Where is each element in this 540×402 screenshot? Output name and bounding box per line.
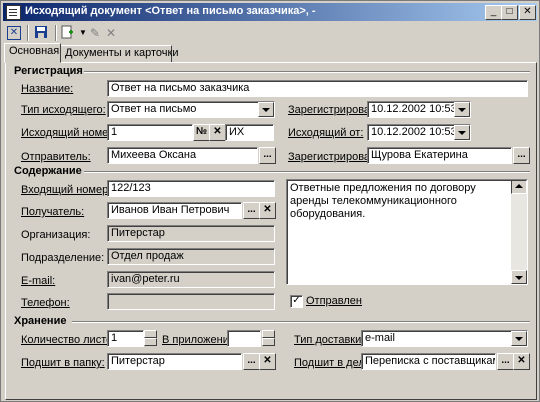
toolbar-separator xyxy=(27,25,29,41)
registrar-label: Зарегистрировал: xyxy=(288,151,380,163)
sent-checkbox[interactable]: ✓ xyxy=(290,295,303,308)
department-field: Отдел продаж xyxy=(107,248,275,265)
recipient-browse-button[interactable]: ... xyxy=(243,202,260,219)
folder-label: Подшит в папку: xyxy=(21,357,105,369)
recipient-field[interactable]: Иванов Иван Петрович xyxy=(107,202,242,219)
department-label: Подразделение: xyxy=(21,252,105,264)
number-label: Исходящий номер: xyxy=(21,127,118,139)
registered-date-dropdown[interactable] xyxy=(454,102,470,117)
sheets-stepper[interactable] xyxy=(144,330,157,347)
number-field[interactable]: 1 xyxy=(107,124,193,141)
save-icon[interactable] xyxy=(33,25,49,41)
case-clear-button[interactable]: ✕ xyxy=(513,353,530,370)
sender-field[interactable]: Михеева Оксана xyxy=(107,147,258,164)
case-browse-button[interactable]: ... xyxy=(497,353,514,370)
sheets-field[interactable]: 1 xyxy=(107,330,144,347)
close-doc-icon[interactable]: ✕ xyxy=(7,26,21,40)
name-label: Название: xyxy=(21,83,74,95)
appendix-field[interactable] xyxy=(227,330,261,347)
incoming-number-label: Входящий номер: xyxy=(21,184,112,196)
window-title: Исходящий документ <Ответ на письмо зака… xyxy=(25,5,316,17)
delivery-select[interactable]: e-mail xyxy=(361,330,528,347)
email-label: E-mail: xyxy=(21,275,56,287)
minimize-button[interactable]: _ xyxy=(485,5,502,20)
maximize-button[interactable]: □ xyxy=(501,5,518,20)
outgoing-from-date-dropdown[interactable] xyxy=(454,125,470,140)
phone-field xyxy=(107,293,275,310)
appendix-stepper[interactable] xyxy=(262,330,275,347)
title-bar: Исходящий документ <Ответ на письмо зака… xyxy=(3,3,537,21)
outgoing-from-label: Исходящий от: xyxy=(288,127,364,139)
type-dropdown-button[interactable] xyxy=(258,102,274,117)
folder-field[interactable]: Питерстар xyxy=(107,353,242,370)
phone-label: Телефон: xyxy=(21,297,70,309)
type-value: Ответ на письмо xyxy=(111,103,197,115)
section-storage-title: Хранение xyxy=(14,315,67,327)
case-field[interactable]: Переписка с поставщиками усл xyxy=(361,353,496,370)
outgoing-from-date-value: 10.12.2002 10:53 xyxy=(371,126,457,138)
folder-browse-button[interactable]: ... xyxy=(243,353,260,370)
delivery-label: Тип доставки: xyxy=(294,334,365,346)
number-generate-button[interactable]: № xyxy=(193,124,210,141)
toolbar: ✕ ▼ ✎ ✕ xyxy=(3,22,537,44)
delete-icon[interactable]: ✕ xyxy=(103,25,119,41)
section-divider xyxy=(84,71,530,73)
document-icon xyxy=(6,5,21,20)
recipient-label: Получатель: xyxy=(21,206,85,218)
number-clear-button[interactable]: ✕ xyxy=(209,124,226,141)
organization-field: Питерстар xyxy=(107,225,275,242)
folder-clear-button[interactable]: ✕ xyxy=(259,353,276,370)
add-icon[interactable] xyxy=(59,25,75,41)
section-divider xyxy=(84,171,530,173)
sender-label: Отправитель: xyxy=(21,151,91,163)
scroll-down-button[interactable] xyxy=(511,270,527,284)
type-select[interactable]: Ответ на письмо xyxy=(107,101,275,118)
toolbar-separator xyxy=(55,25,57,41)
sent-label: Отправлен xyxy=(306,295,362,307)
delivery-dropdown-button[interactable] xyxy=(511,331,527,346)
delivery-value: e-mail xyxy=(365,332,395,344)
edit-icon[interactable]: ✎ xyxy=(87,25,103,41)
description-text: Ответные предложения по договору аренды … xyxy=(290,182,476,220)
registered-label: Зарегистрирован: xyxy=(288,104,380,116)
sender-browse-button[interactable]: ... xyxy=(259,147,276,164)
section-divider xyxy=(72,321,530,323)
email-field: ivan@peter.ru xyxy=(107,271,275,288)
recipient-clear-button[interactable]: ✕ xyxy=(259,202,276,219)
scroll-up-button[interactable] xyxy=(511,180,527,194)
document-window: Исходящий документ <Ответ на письмо зака… xyxy=(0,0,540,402)
section-content-title: Содержание xyxy=(14,165,82,177)
tab-main[interactable]: Основная xyxy=(4,43,61,63)
registrar-field[interactable]: Щурова Екатерина xyxy=(367,147,512,164)
main-panel: Регистрация Название: Ответ на письмо за… xyxy=(5,62,537,400)
section-registration-title: Регистрация xyxy=(14,65,83,77)
registered-date-value: 10.12.2002 10:53 xyxy=(371,103,457,115)
name-field[interactable]: Ответ на письмо заказчика xyxy=(107,80,528,97)
registrar-browse-button[interactable]: ... xyxy=(513,147,530,164)
number-suffix-field[interactable]: ИХ xyxy=(225,124,274,141)
close-button[interactable]: ✕ xyxy=(519,5,536,20)
organization-label: Организация: xyxy=(21,229,91,241)
tab-documents-cards[interactable]: Документы и карточки xyxy=(60,45,179,63)
incoming-number-field[interactable]: 122/123 xyxy=(107,180,275,197)
type-label: Тип исходящего: xyxy=(21,104,106,116)
description-textarea[interactable]: Ответные предложения по договору аренды … xyxy=(286,179,528,285)
description-scrollbar[interactable] xyxy=(511,180,527,284)
